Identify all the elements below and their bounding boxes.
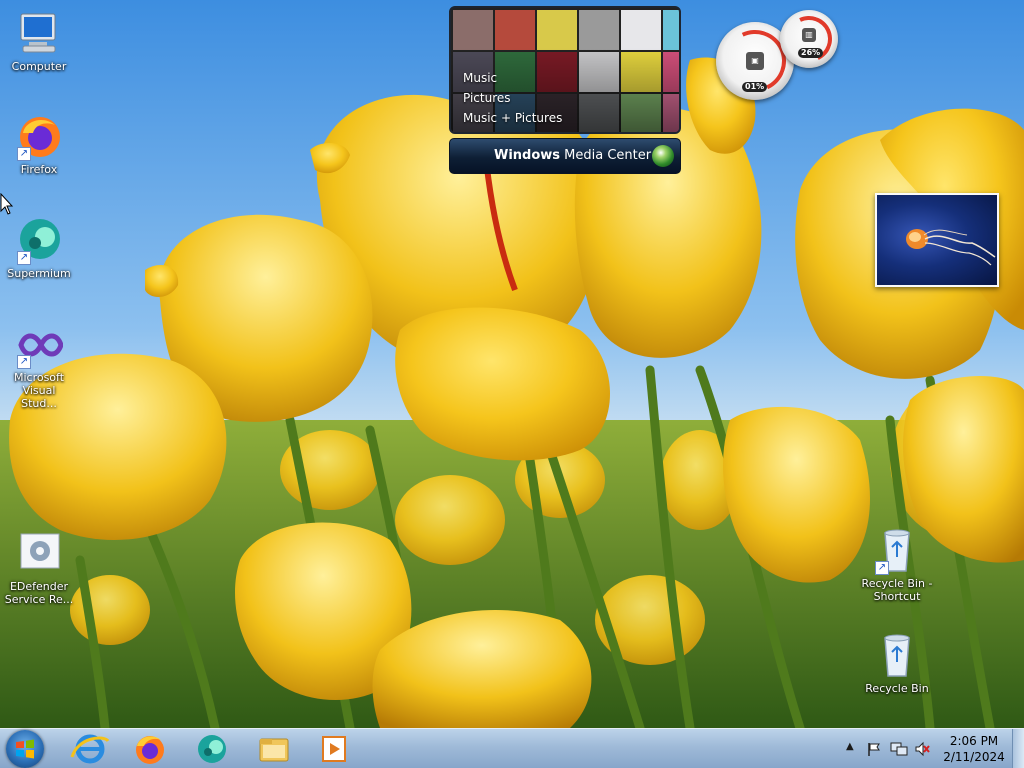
folder-icon: [259, 738, 289, 762]
volume-muted-icon[interactable]: [914, 741, 930, 757]
internet-explorer-icon: [70, 734, 110, 764]
windows-logo-icon: [16, 739, 34, 759]
desktop[interactable]: Computer ↗ Firefox ↗ Supermium ↗ Microso…: [0, 0, 1024, 728]
desktop-icon-label: Supermium: [7, 267, 71, 280]
firefox-icon: [136, 736, 164, 764]
menu-item-music[interactable]: Music: [463, 68, 562, 88]
desktop-icon-recycle-bin-shortcut[interactable]: ↗ Recycle Bin - Shortcut: [861, 527, 933, 603]
desktop-icon-label: Computer: [11, 60, 67, 73]
start-button[interactable]: [6, 730, 44, 768]
edefender-icon: [15, 530, 63, 578]
show-hidden-icons-chevron-icon[interactable]: ▲: [846, 741, 854, 752]
media-player-icon: [322, 736, 346, 762]
menu-item-music-pictures[interactable]: Music + Pictures: [463, 108, 562, 128]
shortcut-arrow-icon: ↗: [875, 561, 889, 575]
taskbar-clock[interactable]: 2:06 PM 2/11/2024: [934, 733, 1014, 765]
slideshow-gadget[interactable]: [875, 193, 999, 287]
supermium-icon: ↗: [15, 217, 63, 265]
notification-area: ▲: [842, 729, 932, 768]
firefox-icon: ↗: [15, 113, 63, 161]
desktop-icon-computer[interactable]: Computer: [3, 10, 75, 73]
desktop-icon-label: Recycle Bin: [865, 682, 929, 695]
desktop-icon-edefender[interactable]: EDefender Service Re...: [3, 530, 75, 606]
desktop-icon-visual-studio[interactable]: ↗ Microsoft Visual Stud...: [3, 321, 75, 410]
media-center-title-bar[interactable]: Windows Media Center: [449, 138, 681, 174]
shortcut-arrow-icon: ↗: [17, 147, 31, 161]
media-center-title-bold: Windows: [494, 148, 561, 163]
menu-item-pictures[interactable]: Pictures: [463, 88, 562, 108]
desktop-icon-label: Firefox: [20, 163, 58, 176]
windows-logo-icon: [652, 145, 674, 167]
taskbar-media-player[interactable]: [308, 731, 360, 767]
taskbar-supermium[interactable]: [186, 731, 238, 767]
desktop-icon-label: Microsoft Visual Stud...: [13, 371, 65, 410]
media-center-menu: Music Pictures Music + Pictures: [463, 68, 562, 128]
desktop-icon-recycle-bin[interactable]: Recycle Bin: [861, 632, 933, 695]
desktop-icon-label: Recycle Bin - Shortcut: [861, 577, 933, 603]
taskbar: ▲ 2:06 PM 2/11/2024: [0, 728, 1024, 768]
visual-studio-icon: ↗: [15, 321, 64, 369]
media-center-gadget[interactable]: Music Pictures Music + Pictures Windows …: [449, 6, 681, 174]
jellyfish-photo: [906, 229, 996, 266]
network-icon[interactable]: [890, 741, 908, 757]
action-center-flag-icon[interactable]: [866, 741, 882, 757]
memory-gauge: ▥ 26%: [779, 9, 839, 69]
taskbar-file-explorer[interactable]: [248, 731, 300, 767]
desktop-icon-supermium[interactable]: ↗ Supermium: [3, 217, 75, 280]
cpu-usage-label: 01%: [742, 82, 768, 92]
taskbar-firefox[interactable]: [124, 731, 176, 767]
clock-time: 2:06 PM: [949, 734, 999, 748]
shortcut-arrow-icon: ↗: [17, 355, 31, 369]
taskbar-internet-explorer[interactable]: [64, 731, 116, 767]
recycle-bin-shortcut-icon: ↗: [873, 527, 921, 575]
desktop-icon-firefox[interactable]: ↗ Firefox: [3, 113, 75, 176]
show-desktop-button[interactable]: [1012, 729, 1024, 768]
clock-date: 2/11/2024: [943, 750, 1005, 764]
shortcut-arrow-icon: ↗: [17, 251, 31, 265]
recycle-bin-icon: [873, 632, 921, 680]
computer-icon: [15, 10, 63, 58]
desktop-icon-label: EDefender Service Re...: [4, 580, 74, 606]
supermium-icon: [198, 735, 226, 763]
media-center-title-rest: Media Center: [560, 148, 652, 163]
memory-usage-label: 26%: [798, 48, 824, 58]
mouse-cursor-icon: [0, 193, 14, 215]
